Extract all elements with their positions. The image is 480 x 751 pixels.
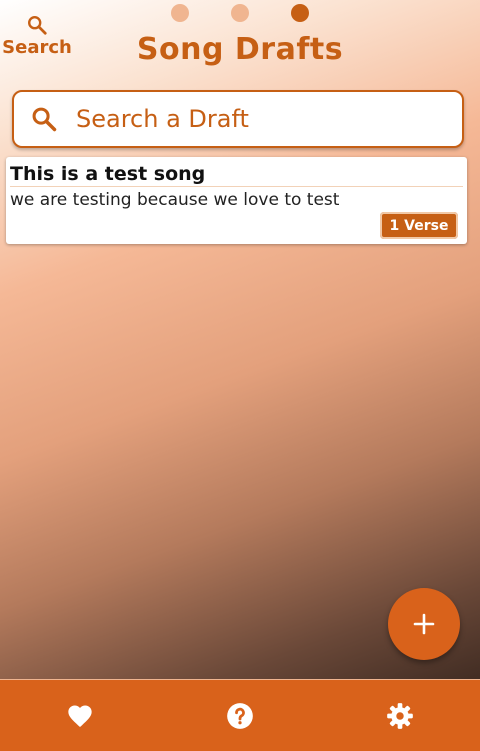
help-icon [227, 702, 253, 729]
search-icon [32, 107, 57, 132]
header: Search Song Drafts [0, 0, 480, 88]
draft-subtitle: we are testing because we love to test [10, 190, 340, 210]
search-bar[interactable] [12, 90, 464, 148]
page-indicator [0, 4, 480, 24]
page-dot-2[interactable] [231, 4, 249, 22]
page-dot-1[interactable] [171, 4, 189, 22]
draft-card[interactable]: This is a test song we are testing becau… [6, 157, 467, 244]
nav-settings[interactable] [320, 680, 480, 751]
add-draft-button[interactable] [388, 588, 460, 660]
verse-count-button[interactable]: 1 Verse [380, 212, 458, 239]
search-input[interactable] [74, 104, 462, 134]
nav-favorites[interactable] [0, 680, 160, 751]
draft-title: This is a test song [10, 162, 463, 187]
plus-icon [413, 613, 435, 635]
heart-icon [68, 705, 92, 727]
page-dot-3-active[interactable] [291, 4, 309, 22]
page-title: Song Drafts [136, 32, 344, 67]
nav-help[interactable] [160, 680, 320, 751]
gear-icon [387, 702, 413, 729]
bottom-nav [0, 679, 480, 751]
